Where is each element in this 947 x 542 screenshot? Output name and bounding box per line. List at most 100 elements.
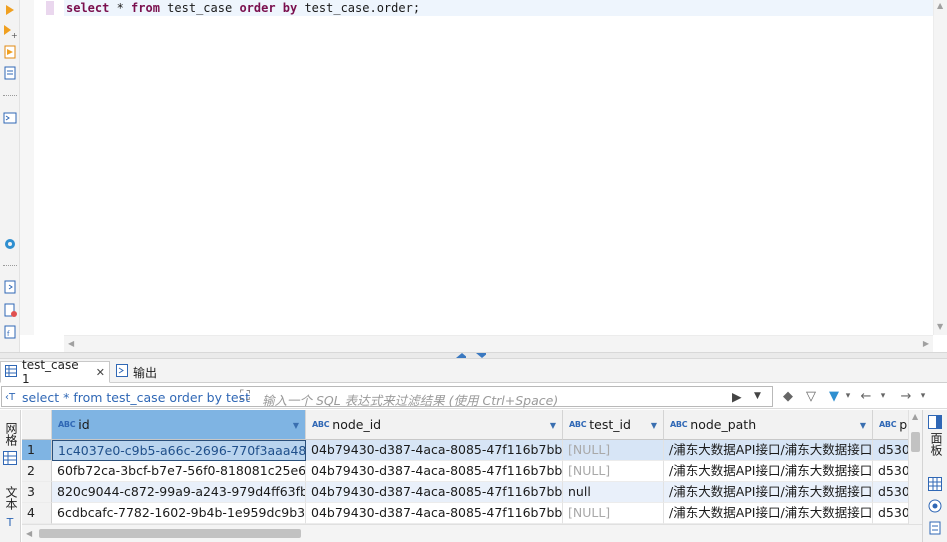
back-arrow-icon[interactable]: ←: [858, 387, 874, 405]
cell-node-id[interactable]: 04b79430-d387-4aca-8085-47f116b7bbc1: [306, 503, 563, 524]
cell-id[interactable]: 820c9044-c872-99a9-a243-979d4ff63fb2: [52, 482, 306, 503]
funnel-dropdown-icon[interactable]: ▾: [843, 387, 853, 405]
erase-filter-icon[interactable]: ◆: [780, 387, 796, 405]
explain-plan-icon[interactable]: [2, 65, 18, 81]
tab-label: test_case 1: [22, 358, 79, 386]
scroll-left-icon[interactable]: ◀: [68, 339, 74, 348]
grid-view-icon[interactable]: [2, 450, 18, 466]
grid-horizontal-scrollbar[interactable]: ◀: [22, 524, 922, 542]
cell-p[interactable]: d530: [873, 503, 908, 524]
filter-toolbar: ‹T select * from test_case order by test…: [0, 384, 947, 409]
output-icon: [116, 364, 128, 380]
cell-node-path[interactable]: /浦东大数据API接口/浦东大数据接口: [664, 503, 873, 524]
grid-vertical-scrollbar[interactable]: ▲: [908, 410, 922, 524]
back-dropdown-icon[interactable]: ▾: [878, 387, 888, 405]
scroll-up-icon[interactable]: ▲: [912, 412, 918, 421]
filter-settings-icon[interactable]: ▽: [803, 387, 819, 405]
filter-history-icon[interactable]: ▼: [754, 391, 761, 401]
scrollbar-thumb[interactable]: [911, 432, 920, 452]
panels-icon[interactable]: [927, 414, 943, 430]
editor-vertical-scrollbar[interactable]: ▲ ▼: [933, 0, 947, 335]
forward-arrow-icon[interactable]: →: [898, 387, 914, 405]
cell-id[interactable]: 1c4037e0-c9b5-a66c-2696-770f3aaa4889: [52, 440, 306, 461]
panel-splitter[interactable]: [0, 352, 947, 359]
expand-icon[interactable]: ⛶: [240, 388, 250, 404]
tab-output[interactable]: 输出: [112, 361, 172, 383]
cell-id[interactable]: 60fb72ca-3bcf-b7e7-56f0-818081c25e66: [52, 461, 306, 482]
column-header-test-id[interactable]: ABC test_id ▼: [563, 410, 664, 440]
grid-layout-icon[interactable]: [927, 476, 943, 492]
column-label: node_path: [690, 417, 757, 432]
sql-editor[interactable]: select * from test_case order by test_ca…: [20, 0, 947, 352]
apply-filter-icon[interactable]: ▶: [732, 389, 742, 404]
console-icon[interactable]: [2, 110, 18, 126]
table-row[interactable]: 3 820c9044-c872-99a9-a243-979d4ff63fb2 0…: [22, 482, 908, 503]
execute-statement-icon[interactable]: [2, 2, 18, 18]
export-results-icon[interactable]: [2, 279, 18, 295]
sql-code-line[interactable]: select * from test_case order by test_ca…: [66, 1, 420, 15]
filter-input-box[interactable]: ‹T select * from test_case order by test…: [1, 386, 773, 409]
execute-script-icon[interactable]: [2, 44, 18, 60]
funnel-icon[interactable]: ▼: [826, 387, 842, 405]
cell-test-id[interactable]: [NULL]: [563, 503, 664, 524]
cell-node-id[interactable]: 04b79430-d387-4aca-8085-47f116b7bbc1: [306, 440, 563, 461]
format-sql-icon[interactable]: f: [2, 324, 18, 340]
new-script-icon[interactable]: [2, 302, 18, 318]
cell-node-path[interactable]: /浦东大数据API接口/浦东大数据接口: [664, 461, 873, 482]
scroll-left-icon[interactable]: ◀: [26, 529, 32, 538]
sql-text: test_case: [159, 1, 240, 15]
scroll-right-icon[interactable]: ▶: [923, 339, 929, 348]
cell-test-id[interactable]: [NULL]: [563, 440, 664, 461]
forward-dropdown-icon[interactable]: ▾: [918, 387, 928, 405]
tab-label: 输出: [133, 365, 158, 380]
text-view-tab[interactable]: 文本: [3, 486, 20, 510]
cell-p[interactable]: d530: [873, 440, 908, 461]
sort-icon[interactable]: ▼: [651, 421, 657, 430]
table-row[interactable]: 4 6cdbcafc-7782-1602-9b4b-1e959dc9b3ae 0…: [22, 503, 908, 524]
table-row[interactable]: 1 1c4037e0-c9b5-a66c-2696-770f3aaa4889 0…: [22, 440, 908, 461]
calculator-icon[interactable]: [927, 520, 943, 536]
row-number[interactable]: 1: [22, 440, 52, 461]
abc-icon: ABC: [879, 420, 897, 429]
results-grid[interactable]: ABC id ▼ ABC node_id ▼ ABC test_id ▼ ABC…: [22, 410, 908, 524]
sort-icon[interactable]: ▼: [293, 421, 299, 430]
collapse-down-icon[interactable]: [476, 353, 486, 358]
cell-node-path[interactable]: /浦东大数据API接口/浦东大数据接口: [664, 482, 873, 503]
cell-p[interactable]: d530: [873, 461, 908, 482]
row-number[interactable]: 2: [22, 461, 52, 482]
filter-placeholder[interactable]: 输入一个 SQL 表达式来过滤结果 (使用 Ctrl+Space): [262, 390, 558, 409]
cell-node-path[interactable]: /浦东大数据API接口/浦东大数据接口: [664, 440, 873, 461]
cell-node-id[interactable]: 04b79430-d387-4aca-8085-47f116b7bbc1: [306, 461, 563, 482]
column-header-node-path[interactable]: ABC node_path ▼: [664, 410, 873, 440]
abc-icon: ABC: [569, 420, 587, 429]
toolbar-separator: [3, 95, 17, 96]
row-number[interactable]: 4: [22, 503, 52, 524]
collapse-up-icon[interactable]: [456, 353, 466, 358]
execute-in-new-tab-icon[interactable]: +: [2, 23, 18, 39]
cell-p[interactable]: d530: [873, 482, 908, 503]
column-label: node_id: [332, 417, 382, 432]
sort-icon[interactable]: ▼: [550, 421, 556, 430]
row-number[interactable]: 3: [22, 482, 52, 503]
table-row[interactable]: 2 60fb72ca-3bcf-b7e7-56f0-818081c25e66 0…: [22, 461, 908, 482]
cell-id[interactable]: 6cdbcafc-7782-1602-9b4b-1e959dc9b3ae: [52, 503, 306, 524]
cell-test-id[interactable]: null: [563, 482, 664, 503]
grid-view-tab[interactable]: 网格: [3, 422, 20, 446]
column-header-p[interactable]: ABC p: [873, 410, 908, 440]
settings-gear-icon[interactable]: [2, 236, 18, 252]
panels-tab[interactable]: 面板: [928, 432, 945, 456]
sort-icon[interactable]: ▼: [860, 421, 866, 430]
scroll-down-icon[interactable]: ▼: [937, 322, 943, 331]
cell-test-id[interactable]: [NULL]: [563, 461, 664, 482]
tab-test-case-1[interactable]: test_case 1 ✕: [0, 358, 110, 386]
close-icon[interactable]: ✕: [96, 366, 105, 379]
cell-node-id[interactable]: 04b79430-d387-4aca-8085-47f116b7bbc1: [306, 482, 563, 503]
scroll-up-icon[interactable]: ▲: [937, 1, 943, 10]
text-view-icon[interactable]: T: [2, 514, 18, 530]
column-header-id[interactable]: ABC id ▼: [52, 410, 306, 440]
record-icon[interactable]: [927, 498, 943, 514]
editor-toolbar: + f: [0, 0, 20, 352]
scrollbar-thumb[interactable]: [39, 529, 301, 538]
column-header-node-id[interactable]: ABC node_id ▼: [306, 410, 563, 440]
editor-horizontal-scrollbar[interactable]: ◀ ▶: [64, 335, 933, 352]
